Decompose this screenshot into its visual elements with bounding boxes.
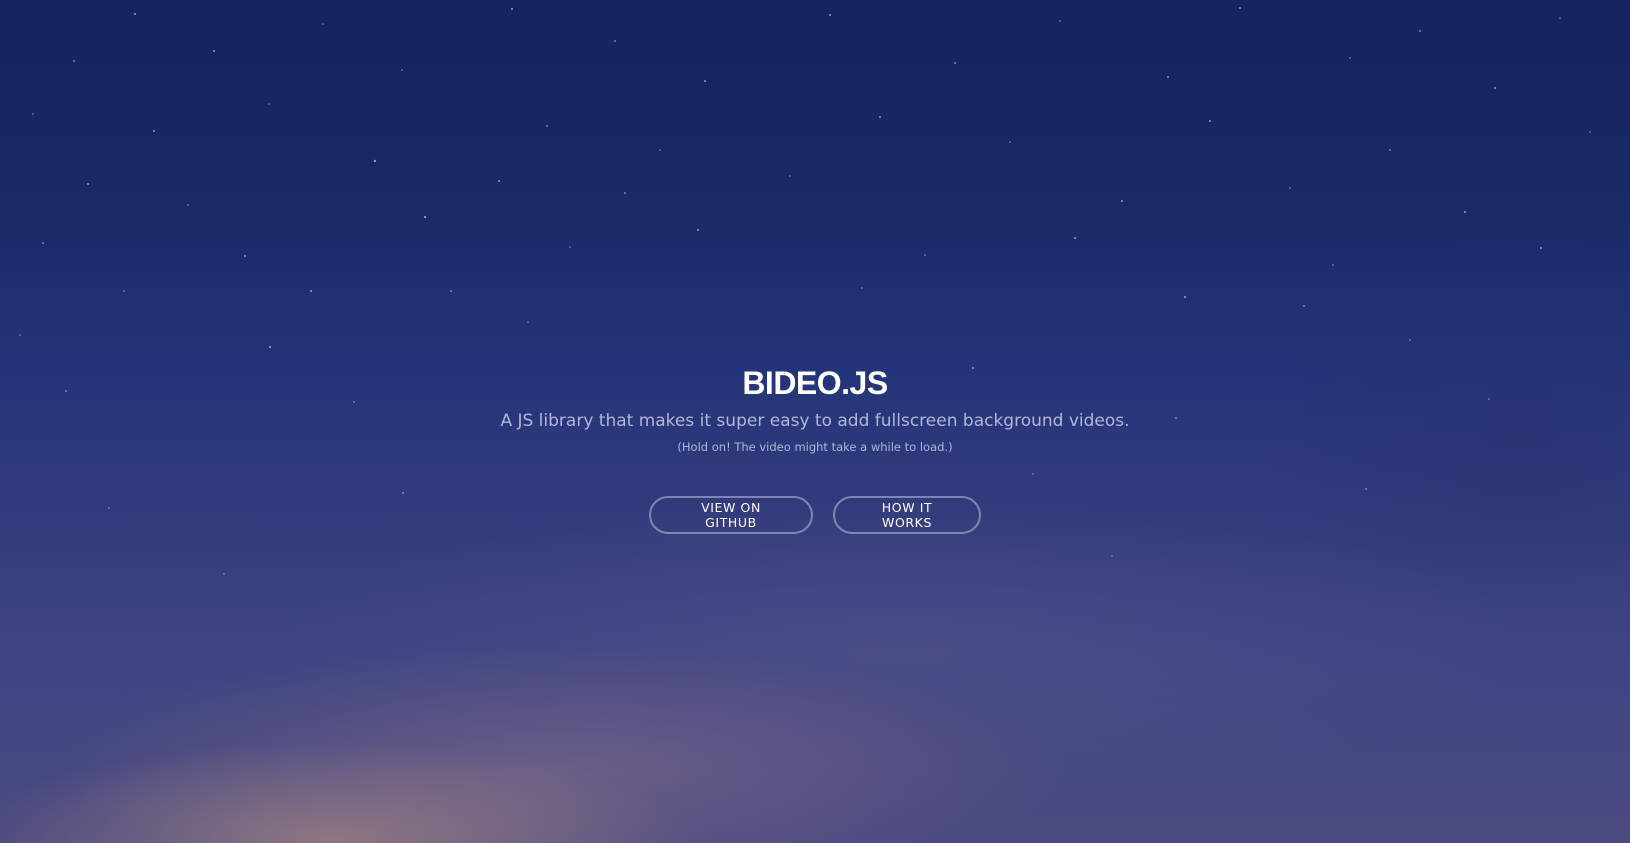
hero-section: BIDEO.JS A JS library that makes it supe… xyxy=(0,362,1630,534)
tagline: A JS library that makes it super easy to… xyxy=(500,411,1130,431)
page-title: BIDEO.JS xyxy=(742,365,888,401)
view-on-github-button[interactable]: VIEW ON GITHUB xyxy=(649,496,813,534)
how-it-works-button[interactable]: HOW IT WORKS xyxy=(833,496,981,534)
loading-note: (Hold on! The video might take a while t… xyxy=(677,440,953,454)
cta-buttons: VIEW ON GITHUB HOW IT WORKS xyxy=(0,496,1630,534)
